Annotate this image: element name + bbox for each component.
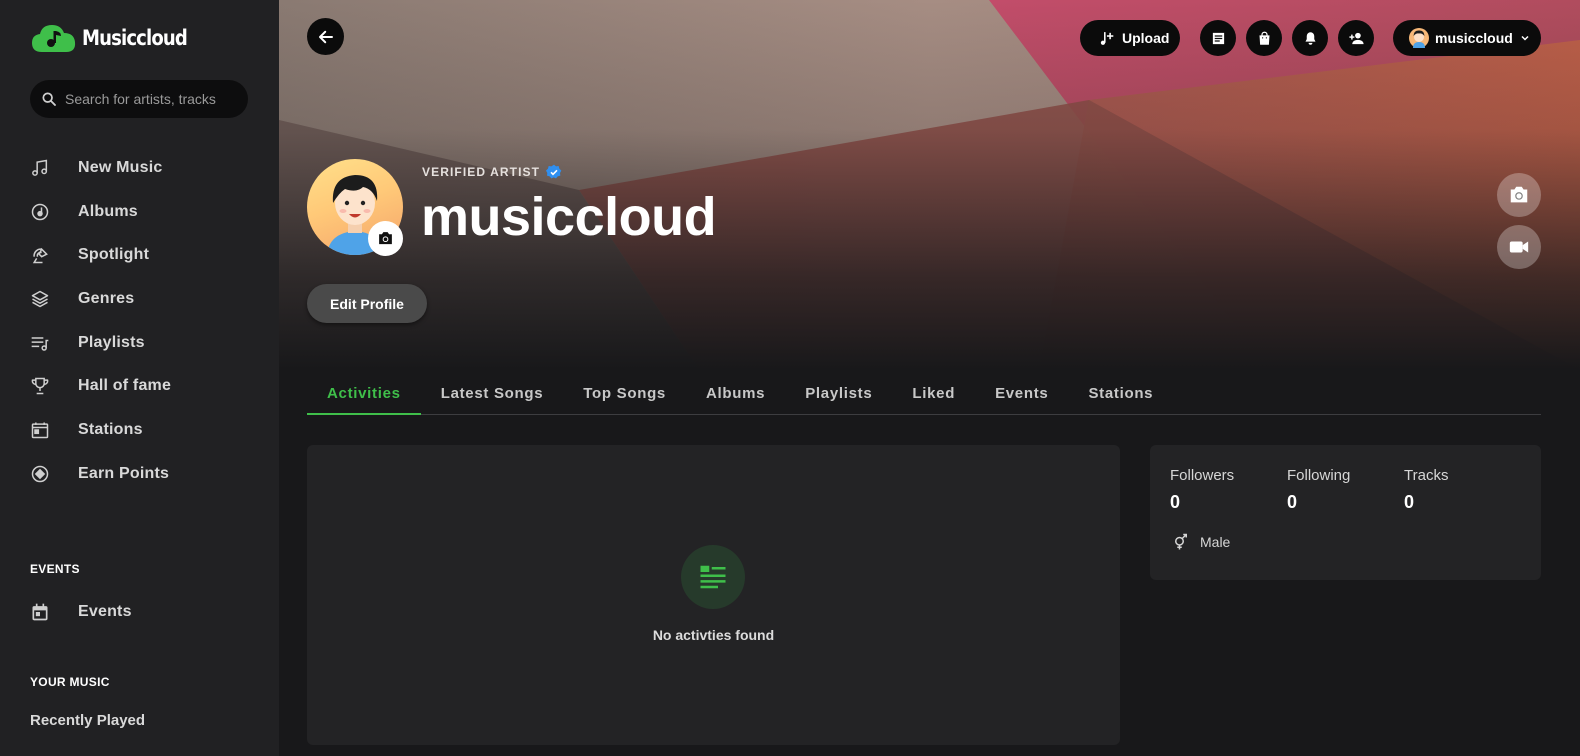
music-plus-icon <box>1100 31 1114 45</box>
search-box[interactable] <box>30 80 248 118</box>
shop-button[interactable] <box>1246 20 1282 56</box>
gender-info: Male <box>1172 533 1230 551</box>
bell-icon <box>1305 31 1315 45</box>
news-button[interactable] <box>1200 20 1236 56</box>
tab-playlists[interactable]: Playlists <box>785 372 892 414</box>
gender-icon <box>1175 533 1187 550</box>
chevron-down-icon <box>1521 35 1529 41</box>
shopping-bag-icon <box>1259 31 1269 45</box>
change-cover-video-button[interactable] <box>1497 225 1541 269</box>
person-add-icon <box>1348 32 1364 44</box>
tab-latest-songs[interactable]: Latest Songs <box>421 372 564 414</box>
following-label: Following <box>1287 467 1351 484</box>
video-camera-icon <box>1509 241 1529 253</box>
edit-profile-button[interactable]: Edit Profile <box>307 284 427 323</box>
username-label: musiccloud <box>1435 30 1513 46</box>
news-icon <box>1212 32 1224 44</box>
sidebar-item-spotlight[interactable]: Spotlight <box>30 233 260 277</box>
layers-icon <box>30 289 50 309</box>
sidebar-item-playlists[interactable]: Playlists <box>30 321 260 365</box>
following-stat[interactable]: Following 0 <box>1287 467 1350 513</box>
sidebar-item-label: Earn Points <box>78 464 170 482</box>
sidebar-item-hall-of-fame[interactable]: Hall of fame <box>30 364 260 408</box>
feed-icon <box>700 565 726 589</box>
verified-label: VERIFIED ARTIST <box>422 165 541 179</box>
trophy-icon <box>30 376 50 396</box>
sidebar-item-label: New Music <box>78 158 163 176</box>
sidebar-item-label: Albums <box>78 202 138 220</box>
playlist-icon <box>30 333 50 353</box>
verified-badge: VERIFIED ARTIST <box>422 164 562 180</box>
followers-stat[interactable]: Followers 0 <box>1170 467 1234 513</box>
gender-label: Male <box>1200 534 1231 550</box>
tab-albums[interactable]: Albums <box>686 372 785 414</box>
cover-gradient <box>279 0 1580 370</box>
following-value: 0 <box>1287 492 1298 512</box>
events-section-title: EVENTS <box>30 562 80 576</box>
profile-tabs: Activities Latest Songs Top Songs Albums… <box>307 372 1541 415</box>
empty-activity-icon <box>681 545 745 609</box>
arrow-left-icon <box>318 30 333 43</box>
radio-icon <box>30 420 50 440</box>
tab-events[interactable]: Events <box>975 372 1068 414</box>
add-friend-button[interactable] <box>1338 20 1374 56</box>
sidebar: Musiccloud New Music Albums <box>0 0 279 756</box>
tab-activities[interactable]: Activities <box>307 372 421 415</box>
sidebar-item-recently-played[interactable]: Recently Played <box>30 712 145 729</box>
sidebar-item-genres[interactable]: Genres <box>30 277 260 321</box>
points-icon <box>30 464 50 484</box>
logo[interactable]: Musiccloud <box>30 22 204 54</box>
calendar-icon <box>30 602 50 622</box>
album-icon <box>30 202 50 222</box>
change-avatar-button[interactable] <box>368 221 403 256</box>
change-cover-photo-button[interactable] <box>1497 173 1541 217</box>
logo-text: Musiccloud <box>82 26 188 50</box>
profile-cover <box>279 0 1580 370</box>
tab-liked[interactable]: Liked <box>892 372 975 414</box>
sidebar-item-events[interactable]: Events <box>30 590 132 634</box>
activities-panel: No activties found <box>307 445 1120 745</box>
music-note-icon <box>30 158 50 178</box>
verified-check-icon <box>546 164 562 179</box>
sidebar-item-label: Genres <box>78 289 135 307</box>
notifications-button[interactable] <box>1292 20 1328 56</box>
sidebar-item-label: Hall of fame <box>78 377 172 395</box>
search-icon <box>42 92 56 106</box>
cloud-logo-icon <box>32 25 76 52</box>
search-input[interactable] <box>65 91 235 107</box>
app-root: Musiccloud New Music Albums <box>0 0 1580 756</box>
sidebar-item-label: Playlists <box>78 333 145 351</box>
sidebar-item-label: Events <box>78 602 132 620</box>
tab-top-songs[interactable]: Top Songs <box>563 372 686 414</box>
profile-name: musiccloud <box>421 187 717 247</box>
camera-icon <box>379 232 392 245</box>
profile-avatar-wrap <box>307 159 403 256</box>
followers-label: Followers <box>1170 467 1235 484</box>
your-music-section-title: YOUR MUSIC <box>30 675 110 689</box>
sidebar-nav: New Music Albums Spotlight Genres Playli… <box>30 146 260 496</box>
empty-activity-text: No activties found <box>652 627 775 643</box>
tab-stations[interactable]: Stations <box>1068 372 1173 414</box>
spotlight-icon <box>30 245 50 265</box>
back-button[interactable] <box>307 18 344 55</box>
upload-label: Upload <box>1122 30 1170 46</box>
tracks-value: 0 <box>1404 492 1415 512</box>
sidebar-item-label: Stations <box>78 420 143 438</box>
sidebar-item-albums[interactable]: Albums <box>30 190 260 234</box>
followers-value: 0 <box>1170 492 1181 512</box>
user-avatar-small <box>1409 28 1429 48</box>
sidebar-item-stations[interactable]: Stations <box>30 408 260 452</box>
profile-stats-panel: Followers 0 Following 0 Tracks 0 Male <box>1150 445 1541 580</box>
tracks-label: Tracks <box>1404 467 1449 484</box>
camera-icon <box>1510 186 1528 203</box>
user-menu-button[interactable]: musiccloud <box>1393 20 1541 56</box>
upload-button[interactable]: Upload <box>1080 20 1180 56</box>
sidebar-item-new-music[interactable]: New Music <box>30 146 260 190</box>
sidebar-item-label: Spotlight <box>78 246 150 264</box>
tracks-stat[interactable]: Tracks 0 <box>1404 467 1448 513</box>
sidebar-item-earn-points[interactable]: Earn Points <box>30 452 260 496</box>
main-content: Upload musiccloud VERIFIED ARTIST musicc… <box>279 0 1580 756</box>
